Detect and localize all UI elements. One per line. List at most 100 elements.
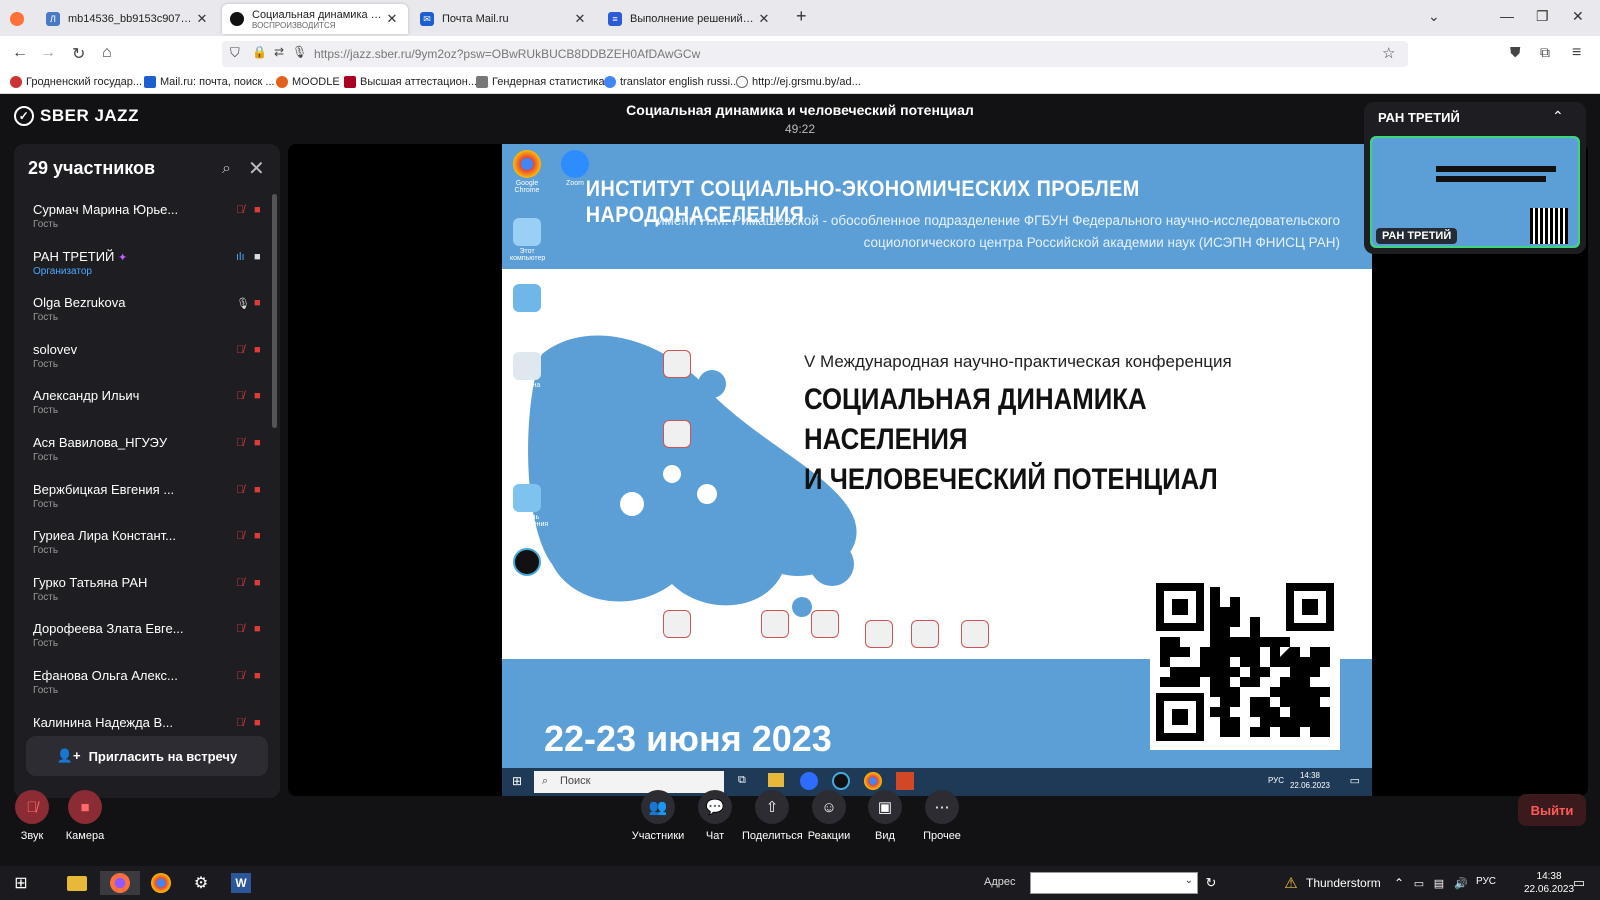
desktop-icon-control-panel[interactable]: Панель управления bbox=[510, 484, 548, 528]
desktop-icon-network[interactable]: Сеть bbox=[510, 284, 544, 321]
desktop-icon-zoom[interactable]: Zoom bbox=[558, 150, 592, 187]
firefox-taskbar-icon[interactable] bbox=[100, 871, 140, 895]
share-control[interactable]: ⇧ Поделиться bbox=[742, 790, 803, 842]
refresh-icon[interactable]: ↻ bbox=[1198, 871, 1224, 895]
desktop-icon-app[interactable] bbox=[510, 548, 544, 578]
shared-clock: 14:38 22.06.2023 bbox=[1290, 771, 1330, 791]
bookmark-1[interactable]: Гродненский государ... bbox=[10, 76, 142, 88]
close-icon[interactable]: ✕ bbox=[756, 11, 772, 27]
home-icon[interactable]: ⌂ bbox=[102, 44, 112, 62]
minimize-icon[interactable]: — bbox=[1500, 8, 1514, 24]
desktop-icon-pptx[interactable] bbox=[908, 620, 942, 650]
bookmark-star-icon[interactable]: ☆ bbox=[1382, 44, 1395, 62]
close-icon[interactable]: ✕ bbox=[572, 11, 588, 27]
participant-row[interactable]: solovev Гость 🎙̸ ■ bbox=[14, 332, 280, 379]
participant-row[interactable]: Дорофеева Злата Евге... Гость 🎙̸ ■ bbox=[14, 611, 280, 658]
screen: Л mb14536_bb9153c907ad545a68 ✕ Социальна… bbox=[0, 0, 1600, 900]
tab-4[interactable]: ≡ Выполнение решений УМО_2 ✕ bbox=[600, 4, 780, 34]
bookmark-6[interactable]: translator english russi... bbox=[604, 76, 739, 88]
chevron-up-icon[interactable]: ⌃ bbox=[1552, 108, 1564, 125]
settings-icon[interactable]: ⚙ bbox=[188, 871, 214, 895]
speaker-preview[interactable]: РАН ТРЕТИЙ ⌃ РАН ТРЕТИЙ bbox=[1364, 102, 1586, 254]
participants-control[interactable]: 👥 Участники bbox=[628, 790, 688, 842]
desktop-icon-pptx[interactable] bbox=[660, 610, 694, 640]
view-control[interactable]: ▣ Вид bbox=[855, 790, 915, 842]
extensions-icon[interactable]: ⧉ bbox=[1540, 44, 1550, 61]
permissions-icon[interactable]: ⇄ bbox=[274, 45, 284, 59]
tab-3[interactable]: ✉ Почта Mail.ru ✕ bbox=[412, 4, 596, 34]
invite-button[interactable]: 👤+ Пригласить на встречу bbox=[26, 736, 268, 776]
desktop-icon-pptx[interactable] bbox=[862, 620, 896, 650]
close-icon[interactable]: ✕ bbox=[248, 156, 265, 181]
desktop-icon-pptx[interactable] bbox=[808, 610, 842, 640]
participant-row[interactable]: РАН ТРЕТИЙ ✦ Организатор ılı ■ bbox=[14, 239, 280, 286]
participant-row[interactable]: Ефанова Ольга Алекс... Гость 🎙̸ ■ bbox=[14, 658, 280, 705]
bookmark-2[interactable]: Mail.ru: почта, поиск ... bbox=[144, 76, 275, 88]
desktop-icon-recycle-bin[interactable]: Корзина bbox=[510, 352, 544, 389]
menu-icon[interactable]: ≡ bbox=[1572, 44, 1581, 62]
conference-line-2: СОЦИАЛЬНАЯ ДИНАМИКА НАСЕЛЕНИЯ bbox=[804, 383, 1147, 456]
reactions-control[interactable]: ☺ Реакции bbox=[799, 790, 859, 842]
desktop-icon-pptx[interactable] bbox=[958, 620, 992, 650]
bookmark-5[interactable]: Гендерная статистика bbox=[476, 76, 605, 88]
camera-control[interactable]: ■ Камера bbox=[55, 790, 115, 842]
participant-row[interactable]: Гурко Татьяна РАН Гость 🎙̸ ■ bbox=[14, 565, 280, 612]
camera-off-icon: ■ bbox=[254, 669, 261, 682]
chrome-taskbar-icon[interactable] bbox=[148, 871, 174, 895]
jazz-app: ✓ SBER JAZZ Социальная динамика и челове… bbox=[0, 94, 1600, 866]
desktop-icon-computer[interactable]: Этот компьютер bbox=[510, 218, 545, 262]
chevron-down-icon[interactable]: ⌄ bbox=[1428, 8, 1440, 25]
window-close-icon[interactable]: ✕ bbox=[1572, 8, 1584, 25]
qr-code bbox=[1150, 574, 1340, 750]
shield-icon[interactable]: ⛉ bbox=[230, 45, 240, 61]
reload-icon[interactable]: ↻ bbox=[72, 44, 85, 64]
sound-control[interactable]: 🎙̸ Звук bbox=[2, 790, 62, 842]
windows-start-icon[interactable]: ⊞ bbox=[8, 871, 34, 895]
tab-2-active[interactable]: Социальная динамика и челоВОСПРОИЗВОДИТС… bbox=[222, 4, 408, 34]
restore-icon[interactable]: ❐ bbox=[1536, 8, 1549, 25]
participant-name: Ефанова Ольга Алекс... bbox=[33, 667, 178, 683]
tab-title-block: Социальная динамика и челоВОСПРОИЗВОДИТС… bbox=[252, 9, 384, 30]
close-icon[interactable]: ✕ bbox=[384, 11, 400, 27]
volume-icon[interactable]: 🔊 bbox=[1448, 871, 1474, 895]
desktop-icon-chrome[interactable]: Google Chrome bbox=[510, 150, 544, 194]
participant-row[interactable]: Вержбицкая Евгения ... Гость 🎙̸ ■ bbox=[14, 472, 280, 519]
bookmark-4[interactable]: Высшая аттестацион... bbox=[344, 76, 477, 88]
weather-text[interactable]: Thunderstorm bbox=[1306, 876, 1381, 890]
close-icon[interactable]: ✕ bbox=[194, 11, 210, 27]
file-explorer-icon[interactable] bbox=[64, 871, 90, 895]
word-taskbar-icon[interactable]: W bbox=[228, 871, 254, 895]
desktop-icon-pptx[interactable] bbox=[660, 420, 694, 450]
participants-scrollbar[interactable] bbox=[272, 194, 277, 428]
warning-weather-icon[interactable]: ⚠ bbox=[1278, 871, 1304, 895]
back-icon[interactable]: ← bbox=[12, 44, 28, 62]
participant-row[interactable]: Гуриеа Лира Констант... Гость 🎙̸ ■ bbox=[14, 518, 280, 565]
microphone-icon[interactable]: 🎙 bbox=[292, 45, 307, 59]
participant-row[interactable]: Olga Bezrukova Гость 🎙 ■ bbox=[14, 285, 280, 332]
language-indicator[interactable]: РУС bbox=[1476, 876, 1496, 887]
more-control[interactable]: ⋯ Прочее bbox=[912, 790, 972, 842]
firefox-menu[interactable] bbox=[2, 4, 32, 34]
tab-1[interactable]: Л mb14536_bb9153c907ad545a68 ✕ bbox=[38, 4, 218, 34]
powerpoint-icon bbox=[896, 772, 914, 790]
desktop-icon-pptx[interactable] bbox=[660, 350, 694, 380]
chat-control[interactable]: 💬 Чат bbox=[685, 790, 745, 842]
bookmark-3[interactable]: MOODLE bbox=[276, 76, 340, 88]
address-input[interactable]: ⌄ bbox=[1030, 872, 1198, 894]
lock-icon[interactable]: 🔒 bbox=[252, 45, 267, 59]
new-tab-icon[interactable]: + bbox=[796, 6, 807, 27]
participants-count: 29 участников bbox=[28, 158, 156, 178]
forward-icon[interactable]: → bbox=[40, 44, 56, 62]
pocket-icon[interactable]: ⛊ bbox=[1510, 44, 1521, 61]
chevron-down-icon[interactable]: ⌄ bbox=[1185, 875, 1193, 886]
participant-row[interactable]: Александр Ильич Гость 🎙̸ ■ bbox=[14, 378, 280, 425]
desktop-icon-pptx[interactable] bbox=[758, 610, 792, 640]
participant-row[interactable]: Сурмач Марина Юрье... Гость 🎙̸ ■ bbox=[14, 192, 280, 239]
participant-name: Сурмач Марина Юрье... bbox=[33, 202, 179, 217]
url-bar[interactable]: ⛉ 🔒 ⇄ 🎙 https://jazz.sber.ru/9ym2oz?psw=… bbox=[222, 41, 1408, 67]
exit-button[interactable]: Выйти bbox=[1518, 794, 1586, 826]
search-icon[interactable]: ⌕ bbox=[222, 160, 231, 178]
notification-icon[interactable]: ▭ bbox=[1566, 871, 1592, 895]
participant-row[interactable]: Ася Вавилова_НГУЭУ Гость 🎙̸ ■ bbox=[14, 425, 280, 472]
bookmark-7[interactable]: http://ej.grsmu.by/ad... bbox=[736, 76, 861, 88]
